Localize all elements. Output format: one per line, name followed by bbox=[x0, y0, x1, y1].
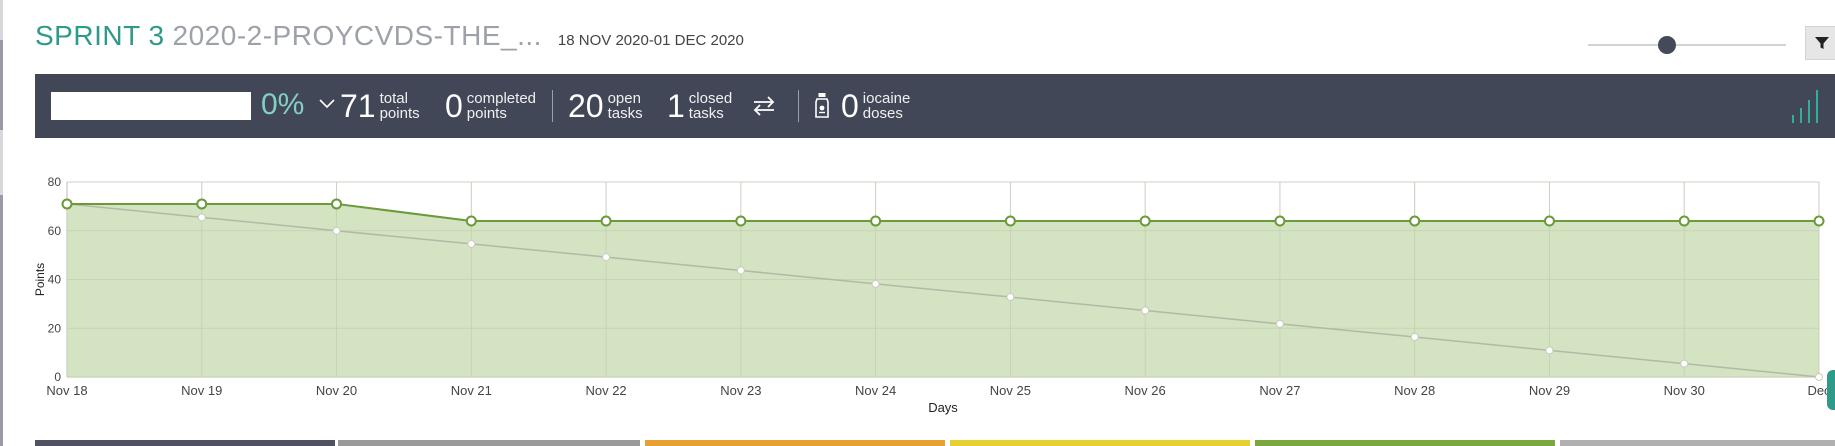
real-data-point bbox=[1409, 215, 1421, 227]
completed-points-label: completed points bbox=[467, 91, 536, 121]
iocaine-bottle-icon[interactable] bbox=[814, 92, 830, 118]
left-edge-segment bbox=[0, 40, 3, 130]
total-points-label-line2: points bbox=[379, 105, 420, 122]
real-data-point bbox=[61, 198, 73, 210]
progress-percent: 0% bbox=[261, 88, 305, 121]
bottom-tab[interactable] bbox=[1255, 440, 1555, 446]
optimal-data-point bbox=[1680, 359, 1689, 368]
optimal-data-point bbox=[1410, 333, 1419, 342]
swap-arrows-icon[interactable] bbox=[751, 95, 777, 117]
y-tick-label: 40 bbox=[48, 273, 62, 287]
x-tick-label: Nov 22 bbox=[585, 383, 626, 398]
closed-tasks-label-line2: tasks bbox=[688, 105, 724, 122]
real-data-point bbox=[1139, 215, 1151, 227]
total-points-label: total points bbox=[380, 91, 420, 121]
x-tick-label: Nov 23 bbox=[720, 383, 761, 398]
real-data-point bbox=[870, 215, 882, 227]
chevron-down-icon[interactable] bbox=[318, 96, 336, 110]
bottom-tab[interactable] bbox=[950, 440, 1250, 446]
zoom-slider[interactable] bbox=[1588, 36, 1786, 54]
sprint-date-range: 18 NOV 2020-01 DEC 2020 bbox=[557, 32, 744, 49]
real-data-point bbox=[1004, 215, 1016, 227]
bottom-tab[interactable] bbox=[1560, 440, 1835, 446]
y-tick-label: 0 bbox=[54, 370, 61, 384]
filter-button[interactable] bbox=[1805, 26, 1835, 60]
burndown-chart-svg: 0 20 40 60 80 Nov 18 Nov 19 Nov 20 Nov 21 Nov 22 N… bbox=[33, 175, 1831, 415]
real-data-point bbox=[1543, 215, 1555, 227]
optimal-data-point bbox=[871, 279, 880, 288]
optimal-data-point bbox=[197, 213, 206, 222]
zoom-slider-handle[interactable] bbox=[1658, 36, 1677, 54]
sprint-title: SPRINT 3 bbox=[35, 20, 165, 51]
optimal-data-point bbox=[1141, 306, 1150, 315]
x-tick-label: Nov 29 bbox=[1529, 383, 1570, 398]
completed-points-stat: 0 completed points bbox=[445, 86, 536, 126]
closed-tasks-stat: 1 closed tasks bbox=[667, 86, 732, 126]
real-data-point bbox=[465, 215, 477, 227]
real-data-point bbox=[1274, 215, 1286, 227]
x-tick-label: Nov 24 bbox=[855, 383, 896, 398]
y-tick-label: 80 bbox=[48, 175, 62, 189]
iocaine-value: 0 bbox=[841, 88, 859, 124]
optimal-data-point bbox=[1006, 293, 1015, 302]
completed-points-label-line2: points bbox=[466, 105, 507, 122]
sprint-summary-bar: 0% 71 total points 0 completed points 20 o… bbox=[35, 74, 1835, 138]
total-points-value: 71 bbox=[340, 88, 376, 124]
chart-edge-handle[interactable] bbox=[1827, 370, 1835, 410]
closed-tasks-value: 1 bbox=[667, 88, 685, 124]
progress-bar bbox=[51, 92, 251, 120]
y-tick-label: 60 bbox=[48, 224, 62, 238]
x-tick-label: Nov 26 bbox=[1125, 383, 1166, 398]
real-data-point bbox=[331, 198, 343, 210]
real-data-point bbox=[1813, 215, 1825, 227]
x-tick-label: Nov 20 bbox=[316, 383, 357, 398]
x-tick-label: Nov 27 bbox=[1259, 383, 1300, 398]
real-data-point bbox=[196, 198, 208, 210]
x-tick-label: Nov 28 bbox=[1394, 383, 1435, 398]
completed-points-value: 0 bbox=[445, 88, 463, 124]
x-tick-label: Nov 21 bbox=[451, 383, 492, 398]
real-data-point bbox=[600, 215, 612, 227]
bottom-tab[interactable] bbox=[35, 440, 335, 446]
real-data-point bbox=[735, 215, 747, 227]
bottom-tab[interactable] bbox=[338, 440, 640, 446]
open-tasks-value: 20 bbox=[568, 88, 604, 124]
project-name[interactable]: 2020-2-PROYCVDS-THE_... bbox=[173, 20, 542, 52]
filter-icon bbox=[1815, 37, 1829, 49]
optimal-data-point bbox=[1275, 319, 1284, 328]
optimal-data-point bbox=[332, 226, 341, 235]
burndown-chart: 0 20 40 60 80 Nov 18 Nov 19 Nov 20 Nov 21 Nov 22 N… bbox=[0, 170, 1835, 420]
iocaine-stat: 0 iocaine doses bbox=[841, 86, 910, 126]
real-data-point bbox=[1678, 215, 1690, 227]
x-tick-label: Nov 25 bbox=[990, 383, 1031, 398]
sprint-header: SPRINT 3 2020-2-PROYCVDS-THE_... 18 NOV … bbox=[35, 20, 744, 56]
optimal-data-point bbox=[602, 253, 611, 262]
x-axis-title: Days bbox=[928, 400, 958, 415]
x-tick-label: Nov 30 bbox=[1664, 383, 1705, 398]
y-axis-title: Points bbox=[33, 263, 47, 296]
iocaine-label-line2: doses bbox=[862, 105, 903, 122]
x-tick-label: Nov 19 bbox=[181, 383, 222, 398]
bar-graph-icon[interactable] bbox=[1790, 88, 1820, 124]
divider bbox=[552, 90, 553, 122]
divider bbox=[798, 90, 799, 122]
bottom-tab[interactable] bbox=[645, 440, 945, 446]
iocaine-label: iocaine doses bbox=[863, 91, 911, 121]
open-tasks-label: open tasks bbox=[608, 91, 643, 121]
optimal-data-point bbox=[1545, 346, 1554, 355]
y-tick-label: 20 bbox=[48, 321, 62, 335]
optimal-data-point bbox=[736, 266, 745, 275]
optimal-data-point bbox=[467, 239, 476, 248]
open-tasks-label-line2: tasks bbox=[607, 105, 643, 122]
closed-tasks-label: closed tasks bbox=[689, 91, 732, 121]
open-tasks-stat: 20 open tasks bbox=[568, 86, 643, 126]
total-points-stat: 71 total points bbox=[340, 86, 420, 126]
x-tick-label: Nov 18 bbox=[46, 383, 87, 398]
optimal-data-point bbox=[1815, 373, 1823, 381]
